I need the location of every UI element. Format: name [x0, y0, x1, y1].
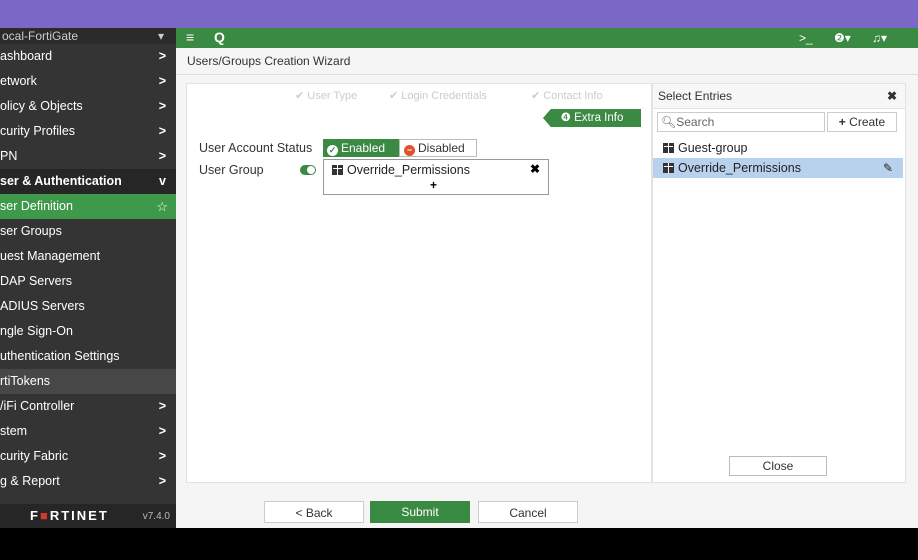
check-circle-icon: ✓	[327, 145, 338, 156]
chevron-right-icon: >	[158, 49, 166, 63]
sidebar-item-vpn[interactable]: PN >	[0, 144, 176, 169]
menu-icon[interactable]: ≡	[186, 29, 194, 45]
sidebar-footer: F■RTINET v7.4.0	[0, 504, 176, 528]
cli-console-icon[interactable]: >_	[799, 31, 813, 45]
sidebar-item-security-fabric[interactable]: curity Fabric >	[0, 444, 176, 469]
device-selector[interactable]: ocal-FortiGate ▾	[0, 28, 176, 44]
sidebar-item-authentication-settings[interactable]: uthentication Settings	[0, 344, 176, 369]
chevron-right-icon: >	[158, 399, 166, 413]
wizard-panel: ✔ User Type ✔ Login Credentials ✔ Contac…	[186, 83, 652, 483]
minus-circle-icon: −	[404, 145, 415, 156]
edit-pencil-icon[interactable]: ✎	[883, 158, 893, 178]
sidebar-item-ldap-servers[interactable]: DAP Servers	[0, 269, 176, 294]
notification-bell-icon[interactable]: ♫▾	[872, 31, 887, 45]
sidebar-item-single-sign-on[interactable]: ngle Sign-On	[0, 319, 176, 344]
add-icon[interactable]: +	[430, 178, 437, 192]
title-strip	[0, 0, 918, 28]
user-group-toggle[interactable]	[300, 165, 316, 175]
search-input[interactable]: 🔍︎Search	[657, 112, 825, 132]
back-button[interactable]: < Back	[264, 501, 364, 523]
help-icon[interactable]: ❷▾	[834, 31, 851, 45]
sidebar-item-user-groups[interactable]: ser Groups	[0, 219, 176, 244]
chevron-right-icon: >	[158, 149, 166, 163]
fortinet-logo: F■RTINET	[30, 508, 109, 523]
step-contact-info[interactable]: ✔ Contact Info	[531, 87, 603, 105]
sidebar-item-log-report[interactable]: g & Report >	[0, 469, 176, 494]
chevron-down-icon: ▾	[157, 29, 164, 43]
submit-button[interactable]: Submit	[370, 501, 470, 523]
list-item[interactable]: Override_Permissions ✎	[653, 158, 903, 178]
group-icon	[663, 143, 674, 153]
breadcrumb: Users/Groups Creation Wizard	[176, 48, 918, 75]
sidebar-item-network[interactable]: etwork >	[0, 69, 176, 94]
sidebar: ocal-FortiGate ▾ ashboard > etwork > olicy…	[0, 28, 176, 528]
user-group-selector[interactable]: Override_Permissions ✖ +	[323, 159, 549, 195]
chevron-right-icon: >	[158, 449, 166, 463]
top-bar: ≡ Q >_ ❷▾ ♫▾	[176, 28, 918, 48]
chevron-right-icon: >	[158, 474, 166, 488]
sidebar-item-fortitokens[interactable]: rtiTokens	[0, 369, 176, 394]
sidebar-item-user-authentication[interactable]: ser & Authentication v	[0, 169, 176, 194]
group-icon	[663, 163, 674, 173]
step-login-credentials[interactable]: ✔ Login Credentials	[389, 87, 487, 105]
chevron-down-icon: v	[159, 174, 166, 188]
remove-icon[interactable]: ✖	[530, 162, 540, 176]
chevron-right-icon: >	[158, 124, 166, 138]
create-button[interactable]: + Create	[827, 112, 897, 132]
main-content: Users/Groups Creation Wizard ✔ User Type…	[176, 48, 918, 528]
sidebar-item-wifi-controller[interactable]: /iFi Controller >	[0, 394, 176, 419]
plus-icon: +	[838, 115, 846, 129]
version-label: v7.4.0	[142, 511, 170, 522]
selected-group: Override_Permissions	[332, 163, 470, 177]
device-name: ocal-FortiGate	[2, 29, 79, 43]
cancel-button[interactable]: Cancel	[478, 501, 578, 523]
sidebar-item-system[interactable]: stem >	[0, 419, 176, 444]
step-user-type[interactable]: ✔ User Type	[295, 87, 357, 105]
star-icon[interactable]: ☆	[156, 194, 168, 219]
close-icon[interactable]: ✖	[887, 84, 897, 108]
enabled-button[interactable]: ✓ Enabled	[323, 139, 399, 157]
chevron-right-icon: >	[158, 424, 166, 438]
close-button[interactable]: Close	[729, 456, 827, 476]
sidebar-item-radius-servers[interactable]: ADIUS Servers	[0, 294, 176, 319]
select-entries-title: Select Entries	[658, 89, 733, 103]
user-group-label: User Group	[199, 163, 264, 177]
step-extra-info: ❹ Extra Info	[543, 109, 641, 127]
select-entries-header: Select Entries ✖	[653, 84, 905, 109]
sidebar-item-policy-objects[interactable]: olicy & Objects >	[0, 94, 176, 119]
sidebar-item-security-profiles[interactable]: curity Profiles >	[0, 119, 176, 144]
sidebar-item-guest-management[interactable]: uest Management	[0, 244, 176, 269]
sidebar-item-user-definition[interactable]: ser Definition ☆	[0, 194, 176, 219]
sidebar-item-dashboard[interactable]: ashboard >	[0, 44, 176, 69]
bottom-bar	[0, 528, 918, 560]
search-icon: 🔍︎	[661, 115, 677, 129]
account-status-label: User Account Status	[199, 141, 313, 155]
chevron-right-icon: >	[158, 74, 166, 88]
chevron-right-icon: >	[158, 99, 166, 113]
search-icon[interactable]: Q	[214, 29, 225, 45]
list-item[interactable]: Guest-group	[653, 138, 903, 158]
disabled-button[interactable]: − Disabled	[399, 139, 477, 157]
select-entries-panel: Select Entries ✖ 🔍︎Search + Create Guest…	[652, 83, 906, 483]
group-icon	[332, 165, 343, 175]
